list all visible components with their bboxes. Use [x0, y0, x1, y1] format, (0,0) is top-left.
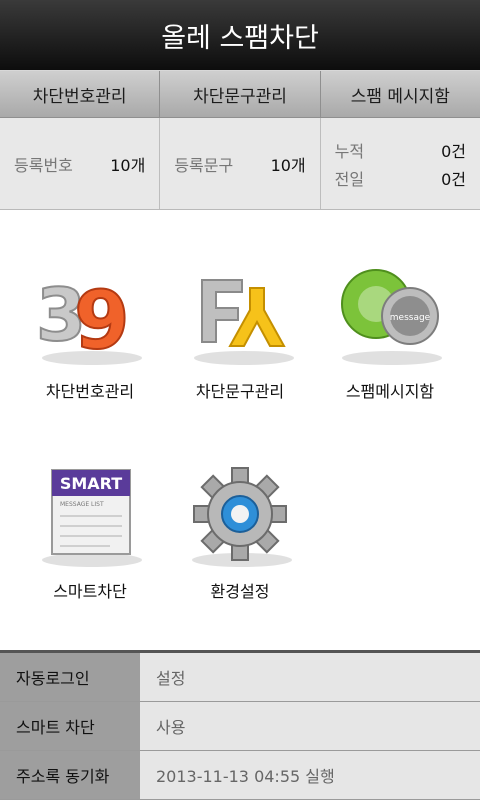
settings-list: 자동로그인 설정 스마트 차단 사용 주소록 동기화 2013-11-13 04… [0, 650, 480, 800]
svg-text:MESSAGE LIST: MESSAGE LIST [60, 501, 104, 508]
setting-value: 2013-11-13 04:55 실행 [140, 751, 480, 799]
stat-value: 10개 [270, 155, 306, 175]
setting-value: 설정 [140, 653, 480, 701]
tab-spam-inbox[interactable]: 스팸 메시지함 [321, 71, 480, 117]
setting-key: 스마트 차단 [0, 702, 140, 750]
stat-registered-phrases: 등록문구 10개 [160, 118, 321, 209]
stat-value: 0건 [441, 141, 466, 161]
menu-smart-block[interactable]: SMART MESSAGE LIST 스마트차단 [10, 410, 170, 601]
menu-spam-inbox[interactable]: message 스팸메시지함 [310, 210, 470, 401]
number-39-icon: 3 9 [30, 260, 150, 370]
menu-label: 차단문구관리 [195, 382, 285, 401]
app-title-bar: 올레 스팸차단 [0, 0, 480, 70]
stat-value: 10개 [110, 155, 146, 175]
stat-value: 0건 [441, 169, 466, 189]
menu-label: 스팸메시지함 [345, 382, 435, 401]
stat-label: 등록번호 [14, 155, 73, 175]
setting-key: 주소록 동기화 [0, 751, 140, 799]
stat-spam-counts: 누적 0건 전일 0건 [321, 118, 480, 209]
stat-label: 누적 [334, 141, 365, 161]
smart-list-icon: SMART MESSAGE LIST [30, 460, 150, 570]
svg-text:9: 9 [74, 274, 130, 367]
stats-panel: 등록번호 10개 등록문구 10개 누적 0건 전일 0건 [0, 118, 480, 210]
tab-blocked-numbers[interactable]: 차단번호관리 [0, 71, 161, 117]
menu-blocked-phrases[interactable]: 차단문구관리 [160, 210, 320, 401]
stat-registered-numbers: 등록번호 10개 [0, 118, 161, 209]
letters-icon [180, 260, 300, 370]
stat-label: 등록문구 [174, 155, 234, 175]
gear-icon [180, 460, 300, 570]
setting-row-contacts-sync[interactable]: 주소록 동기화 2013-11-13 04:55 실행 [0, 751, 480, 800]
menu-blocked-numbers[interactable]: 3 9 차단번호관리 [10, 210, 170, 401]
tab-blocked-phrases[interactable]: 차단문구관리 [160, 71, 321, 117]
menu-settings[interactable]: 환경설정 [160, 410, 320, 601]
app-title: 올레 스팸차단 [161, 22, 319, 54]
setting-row-auto-login[interactable]: 자동로그인 설정 [0, 653, 480, 702]
setting-key: 자동로그인 [0, 653, 140, 701]
menu-label: 차단번호관리 [45, 382, 135, 401]
svg-text:SMART: SMART [60, 474, 122, 493]
setting-value: 사용 [140, 702, 480, 750]
menu-grid: 3 9 차단번호관리 차단문구관리 message 스팸메시지함 SMART M… [0, 210, 480, 650]
svg-text:message: message [390, 313, 431, 323]
message-bubbles-icon: message [330, 260, 450, 370]
menu-label: 환경설정 [210, 582, 270, 601]
top-tabs: 차단번호관리 차단문구관리 스팸 메시지함 [0, 70, 480, 118]
menu-label: 스마트차단 [53, 582, 127, 601]
stat-label: 전일 [334, 169, 365, 189]
setting-row-smart-block[interactable]: 스마트 차단 사용 [0, 702, 480, 751]
